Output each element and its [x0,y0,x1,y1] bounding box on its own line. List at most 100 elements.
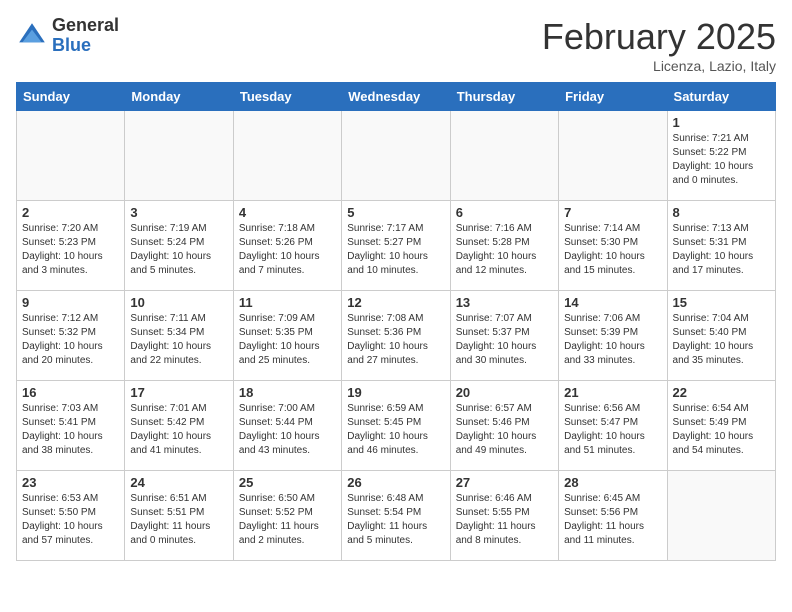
calendar-week-2: 2 Sunrise: 7:20 AM Sunset: 5:23 PM Daylig… [17,201,776,291]
calendar-cell: 19 Sunrise: 6:59 AM Sunset: 5:45 PM Dayli… [342,381,450,471]
day-info: Sunrise: 7:07 AM Sunset: 5:37 PM Dayligh… [456,312,553,368]
calendar-week-5: 23 Sunrise: 6:53 AM Sunset: 5:50 PM Dayli… [17,471,776,561]
day-number: 10 [130,295,227,310]
calendar-cell [233,111,341,201]
calendar-cell: 18 Sunrise: 7:00 AM Sunset: 5:44 PM Dayli… [233,381,341,471]
calendar-week-4: 16 Sunrise: 7:03 AM Sunset: 5:41 PM Dayli… [17,381,776,471]
day-info: Sunrise: 6:59 AM Sunset: 5:45 PM Dayligh… [347,402,444,458]
day-info: Sunrise: 6:45 AM Sunset: 5:56 PM Dayligh… [564,492,661,548]
calendar-cell: 4Sunrise: 7:18 AM Sunset: 5:26 PM Daylig… [233,201,341,291]
calendar-week-1: 1 Sunrise: 7:21 AM Sunset: 5:22 PM Daylig… [17,111,776,201]
calendar-table: SundayMondayTuesdayWednesdayThursdayFrid… [16,82,776,561]
calendar-cell [667,471,775,561]
day-number: 21 [564,385,661,400]
day-number: 3 [130,205,227,220]
day-number: 7 [564,205,661,220]
day-number: 16 [22,385,119,400]
calendar-cell: 24Sunrise: 6:51 AM Sunset: 5:51 PM Dayli… [125,471,233,561]
calendar-cell: 3 Sunrise: 7:19 AM Sunset: 5:24 PM Daylig… [125,201,233,291]
header-saturday: Saturday [667,83,775,111]
logo-text: General Blue [52,16,119,56]
day-info: Sunrise: 6:57 AM Sunset: 5:46 PM Dayligh… [456,402,553,458]
day-number: 18 [239,385,336,400]
day-number: 1 [673,115,770,130]
day-info: Sunrise: 7:09 AM Sunset: 5:35 PM Dayligh… [239,312,336,368]
day-info: Sunrise: 7:16 AM Sunset: 5:28 PM Dayligh… [456,222,553,278]
day-number: 23 [22,475,119,490]
day-number: 20 [456,385,553,400]
day-info: Sunrise: 7:19 AM Sunset: 5:24 PM Dayligh… [130,222,227,278]
calendar-cell: 8Sunrise: 7:13 AM Sunset: 5:31 PM Daylig… [667,201,775,291]
header-sunday: Sunday [17,83,125,111]
calendar-cell [450,111,558,201]
day-number: 8 [673,205,770,220]
calendar-cell: 6 Sunrise: 7:16 AM Sunset: 5:28 PM Daylig… [450,201,558,291]
header-friday: Friday [559,83,667,111]
day-info: Sunrise: 7:11 AM Sunset: 5:34 PM Dayligh… [130,312,227,368]
calendar-cell: 23 Sunrise: 6:53 AM Sunset: 5:50 PM Dayli… [17,471,125,561]
calendar-cell [17,111,125,201]
day-info: Sunrise: 7:04 AM Sunset: 5:40 PM Dayligh… [673,312,770,368]
calendar-cell: 21 Sunrise: 6:56 AM Sunset: 5:47 PM Dayli… [559,381,667,471]
day-number: 14 [564,295,661,310]
calendar-cell: 10 Sunrise: 7:11 AM Sunset: 5:34 PM Dayli… [125,291,233,381]
day-info: Sunrise: 7:01 AM Sunset: 5:42 PM Dayligh… [130,402,227,458]
day-number: 6 [456,205,553,220]
calendar-cell [559,111,667,201]
day-number: 2 [22,205,119,220]
header-wednesday: Wednesday [342,83,450,111]
day-number: 5 [347,205,444,220]
day-number: 19 [347,385,444,400]
calendar-cell: 17 Sunrise: 7:01 AM Sunset: 5:42 PM Dayli… [125,381,233,471]
day-info: Sunrise: 6:53 AM Sunset: 5:50 PM Dayligh… [22,492,119,548]
calendar-header-row: SundayMondayTuesdayWednesdayThursdayFrid… [17,83,776,111]
logo-general: General [52,16,119,36]
calendar-cell: 16 Sunrise: 7:03 AM Sunset: 5:41 PM Dayli… [17,381,125,471]
calendar-cell: 11 Sunrise: 7:09 AM Sunset: 5:35 PM Dayli… [233,291,341,381]
calendar-week-3: 9 Sunrise: 7:12 AM Sunset: 5:32 PM Daylig… [17,291,776,381]
page-header: General Blue February 2025 Licenza, Lazi… [16,16,776,74]
day-number: 12 [347,295,444,310]
day-info: Sunrise: 7:14 AM Sunset: 5:30 PM Dayligh… [564,222,661,278]
calendar-cell [125,111,233,201]
calendar-cell: 26Sunrise: 6:48 AM Sunset: 5:54 PM Dayli… [342,471,450,561]
day-number: 11 [239,295,336,310]
calendar-cell: 13 Sunrise: 7:07 AM Sunset: 5:37 PM Dayli… [450,291,558,381]
logo: General Blue [16,16,119,56]
month-title: February 2025 [542,16,776,58]
day-info: Sunrise: 6:56 AM Sunset: 5:47 PM Dayligh… [564,402,661,458]
calendar-cell: 5 Sunrise: 7:17 AM Sunset: 5:27 PM Daylig… [342,201,450,291]
header-monday: Monday [125,83,233,111]
day-info: Sunrise: 7:20 AM Sunset: 5:23 PM Dayligh… [22,222,119,278]
header-thursday: Thursday [450,83,558,111]
day-number: 25 [239,475,336,490]
day-number: 28 [564,475,661,490]
day-number: 17 [130,385,227,400]
calendar-cell: 27Sunrise: 6:46 AM Sunset: 5:55 PM Dayli… [450,471,558,561]
day-info: Sunrise: 7:08 AM Sunset: 5:36 PM Dayligh… [347,312,444,368]
logo-icon [16,20,48,52]
day-info: Sunrise: 6:54 AM Sunset: 5:49 PM Dayligh… [673,402,770,458]
day-number: 15 [673,295,770,310]
day-number: 13 [456,295,553,310]
logo-blue: Blue [52,36,119,56]
calendar-cell: 28 Sunrise: 6:45 AM Sunset: 5:56 PM Dayli… [559,471,667,561]
day-info: Sunrise: 6:51 AM Sunset: 5:51 PM Dayligh… [130,492,227,548]
day-number: 27 [456,475,553,490]
calendar-cell: 2 Sunrise: 7:20 AM Sunset: 5:23 PM Daylig… [17,201,125,291]
day-number: 9 [22,295,119,310]
day-info: Sunrise: 7:17 AM Sunset: 5:27 PM Dayligh… [347,222,444,278]
day-info: Sunrise: 7:12 AM Sunset: 5:32 PM Dayligh… [22,312,119,368]
day-info: Sunrise: 7:21 AM Sunset: 5:22 PM Dayligh… [673,132,770,188]
calendar-cell: 14 Sunrise: 7:06 AM Sunset: 5:39 PM Dayli… [559,291,667,381]
day-info: Sunrise: 7:03 AM Sunset: 5:41 PM Dayligh… [22,402,119,458]
day-info: Sunrise: 7:06 AM Sunset: 5:39 PM Dayligh… [564,312,661,368]
location: Licenza, Lazio, Italy [542,58,776,74]
day-info: Sunrise: 7:18 AM Sunset: 5:26 PM Dayligh… [239,222,336,278]
day-number: 26 [347,475,444,490]
day-info: Sunrise: 6:50 AM Sunset: 5:52 PM Dayligh… [239,492,336,548]
title-section: February 2025 Licenza, Lazio, Italy [542,16,776,74]
calendar-cell: 15 Sunrise: 7:04 AM Sunset: 5:40 PM Dayli… [667,291,775,381]
day-info: Sunrise: 7:00 AM Sunset: 5:44 PM Dayligh… [239,402,336,458]
calendar-cell: 12 Sunrise: 7:08 AM Sunset: 5:36 PM Dayli… [342,291,450,381]
